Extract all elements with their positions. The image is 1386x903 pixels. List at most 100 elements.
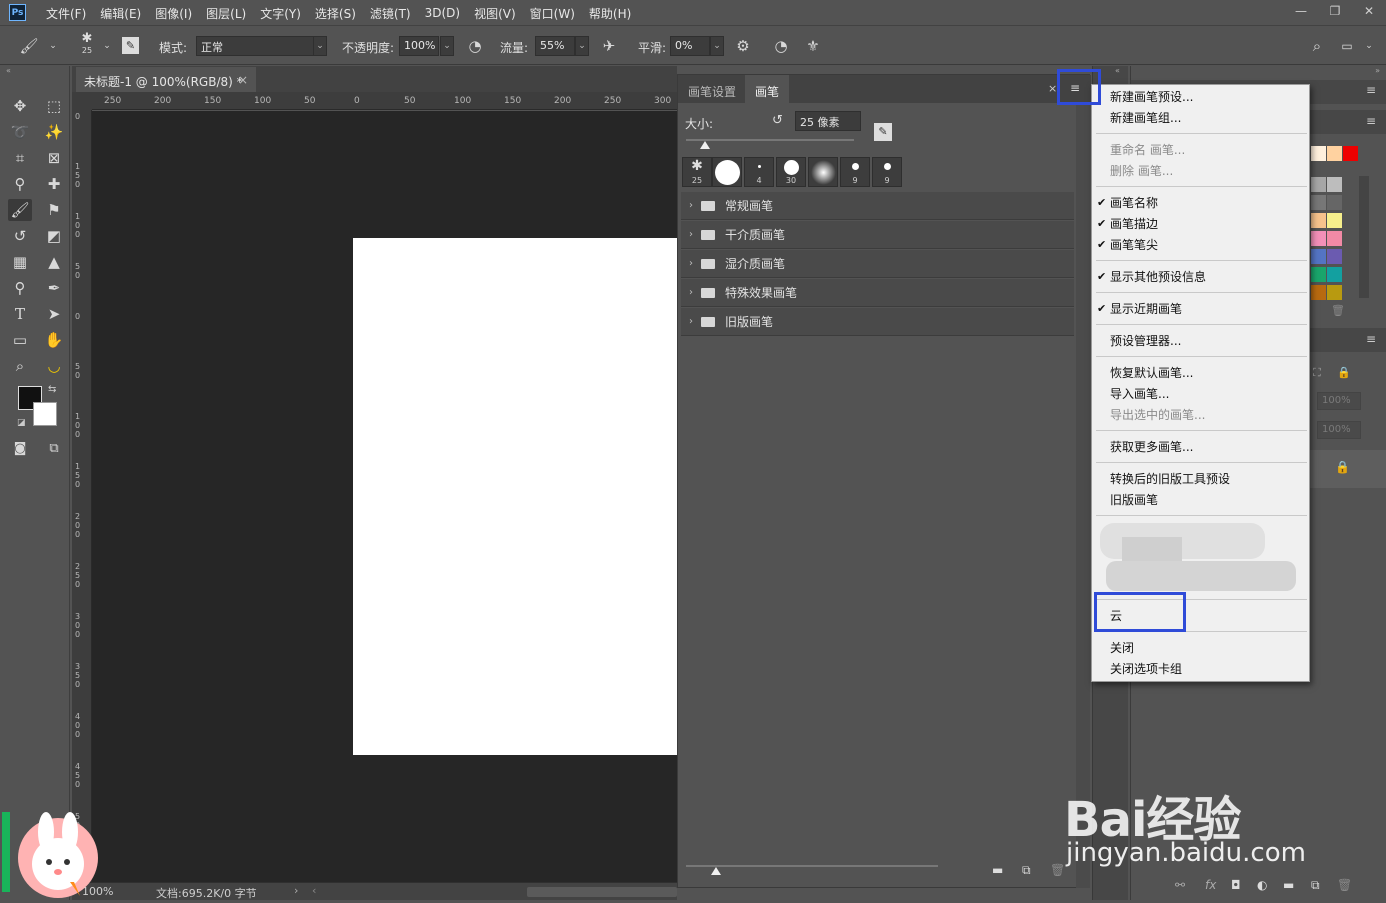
swatch[interactable] <box>1311 213 1326 228</box>
symmetry-icon[interactable]: ⚜ <box>804 37 822 55</box>
collapse-icon[interactable]: « <box>6 66 11 75</box>
size-input[interactable]: 25 像素 <box>795 111 861 131</box>
menu-view[interactable]: 视图(V) <box>474 5 516 22</box>
trash-icon[interactable]: 🗑 <box>1331 304 1345 317</box>
swatch[interactable] <box>1327 231 1342 246</box>
new-brush-icon[interactable]: ⧉ <box>1022 863 1031 878</box>
swatch[interactable] <box>1327 249 1342 264</box>
lasso-tool-icon[interactable]: ➰ <box>8 121 32 143</box>
close-icon[interactable]: × <box>1048 82 1057 95</box>
document-tab[interactable]: 未标题-1 @ 100%(RGB/8) * × <box>76 67 256 92</box>
pressure-size-icon[interactable]: ◔ <box>772 37 790 55</box>
brush-tip-4[interactable]: 30 <box>776 157 806 187</box>
size-slider[interactable] <box>686 139 854 141</box>
panel-scrollbar[interactable] <box>1076 103 1090 888</box>
swatch[interactable] <box>1311 231 1326 246</box>
swatch[interactable] <box>1311 195 1326 210</box>
quick-mask-icon[interactable]: ◙ <box>8 437 32 459</box>
panel-menu-icon[interactable]: ≡ <box>1366 332 1376 346</box>
panel-menu-icon[interactable]: ≡ <box>1366 114 1376 128</box>
menu-item-converted-legacy-presets[interactable]: 转换后的旧版工具预设 <box>1110 469 1230 489</box>
menu-item-restore-default-brushes[interactable]: 恢复默认画笔... <box>1110 363 1193 383</box>
menu-item-show-preset-info[interactable]: 显示其他预设信息 <box>1110 267 1206 287</box>
menu-item-close-tab-group[interactable]: 关闭选项卡组 <box>1110 659 1182 679</box>
mode-select[interactable]: 正常 <box>196 36 314 56</box>
swatch[interactable] <box>1327 146 1342 161</box>
frame-tool-icon[interactable]: ⊠ <box>42 147 66 169</box>
brush-tool-icon[interactable]: 🖌 <box>19 37 38 55</box>
menu-item-close[interactable]: 关闭 <box>1110 638 1134 658</box>
brush-tip-3[interactable]: 4 <box>744 157 774 187</box>
menu-item-brush-stroke[interactable]: 画笔描边 <box>1110 214 1158 234</box>
menu-item-new-brush-preset[interactable]: 新建画笔预设... <box>1110 87 1193 107</box>
brush-tip-2[interactable] <box>712 157 742 187</box>
crop-tool-icon[interactable]: ⌗ <box>8 147 32 169</box>
menu-type[interactable]: 文字(Y) <box>260 5 301 22</box>
chevron-down-icon[interactable]: ⌄ <box>710 36 724 56</box>
menu-item-import-brushes[interactable]: 导入画笔... <box>1110 384 1169 404</box>
menu-item-brush-name[interactable]: 画笔名称 <box>1110 193 1158 213</box>
gear-icon[interactable]: ⚙ <box>734 37 752 55</box>
healing-brush-tool-icon[interactable]: ✚ <box>42 173 66 195</box>
swatches-scrollbar[interactable] <box>1359 176 1369 298</box>
swatch[interactable] <box>1327 177 1342 192</box>
menu-select[interactable]: 选择(S) <box>315 5 356 22</box>
brush-folder-wet-media[interactable]: › 湿介质画笔 <box>681 250 1074 278</box>
new-group-icon[interactable]: ▬ <box>992 863 1003 877</box>
trash-icon[interactable]: 🗑 <box>1050 863 1065 877</box>
brush-folder-legacy[interactable]: › 旧版画笔 <box>681 308 1074 336</box>
fx-icon[interactable]: fx <box>1205 878 1216 892</box>
menu-item-new-brush-group[interactable]: 新建画笔组... <box>1110 108 1181 128</box>
banana-tool-icon[interactable]: ◡ <box>42 355 66 377</box>
collapse-icon[interactable]: « <box>1115 66 1120 75</box>
swatch[interactable] <box>1311 285 1326 300</box>
menu-item-rename-brush[interactable]: 重命名 画笔... <box>1110 140 1185 160</box>
brush-tool-icon[interactable]: 🖌 <box>8 199 32 221</box>
brush-settings-icon[interactable]: ✎ <box>874 123 892 141</box>
gradient-tool-icon[interactable]: ▦ <box>8 251 32 273</box>
pen-tool-icon[interactable]: ✒ <box>42 277 66 299</box>
swatch[interactable] <box>1327 213 1342 228</box>
reset-size-icon[interactable]: ↺ <box>772 113 783 128</box>
close-button[interactable]: ✕ <box>1352 0 1386 22</box>
lock-icon[interactable]: 🔒 <box>1337 366 1351 379</box>
brush-tip-1[interactable]: ✱ 25 <box>682 157 712 187</box>
swatch[interactable] <box>1327 195 1342 210</box>
eyedropper-tool-icon[interactable]: ⚲ <box>8 173 32 195</box>
airbrush-icon[interactable]: ✈ <box>600 37 618 55</box>
swatch[interactable] <box>1327 267 1342 282</box>
swatch[interactable] <box>1311 177 1326 192</box>
blur-tool-icon[interactable]: ▲ <box>42 251 66 273</box>
adjustment-layer-icon[interactable]: ◐ <box>1257 878 1267 892</box>
stamp-tool-icon[interactable]: ⚑ <box>42 199 66 221</box>
swatch[interactable] <box>1311 146 1326 161</box>
horizontal-scrollbar[interactable] <box>527 887 677 897</box>
dodge-tool-icon[interactable]: ⚲ <box>8 277 32 299</box>
pressure-opacity-icon[interactable]: ◔ <box>466 37 484 55</box>
search-icon[interactable]: ⌕ <box>1308 37 1326 55</box>
brush-folder-special-effects[interactable]: › 特殊效果画笔 <box>681 279 1074 307</box>
document-canvas[interactable] <box>353 238 677 755</box>
expand-icon[interactable]: » <box>1375 66 1380 75</box>
trash-icon[interactable]: 🗑 <box>1337 878 1352 892</box>
menu-file[interactable]: 文件(F) <box>46 5 86 22</box>
menu-edit[interactable]: 编辑(E) <box>100 5 141 22</box>
chevron-right-icon[interactable]: › <box>294 884 298 897</box>
brush-tip-7[interactable]: 9 <box>872 157 902 187</box>
tab-brushes[interactable]: 画笔 <box>745 75 790 103</box>
opacity-input[interactable]: 100% <box>399 36 439 56</box>
chevron-down-icon[interactable]: ⌄ <box>44 37 62 55</box>
brush-tip-5[interactable] <box>808 157 838 187</box>
tab-brush-settings[interactable]: 画笔设置 <box>678 75 746 103</box>
menu-item-export-selected-brushes[interactable]: 导出选中的画笔... <box>1110 405 1205 425</box>
swatch[interactable] <box>1343 146 1358 161</box>
path-selection-tool-icon[interactable]: ➤ <box>42 303 66 325</box>
fill-field[interactable]: 100% <box>1317 421 1361 439</box>
swatch[interactable] <box>1311 249 1326 264</box>
rectangle-tool-icon[interactable]: ▭ <box>8 329 32 351</box>
panel-menu-icon[interactable]: ≡ <box>1366 83 1376 97</box>
type-tool-icon[interactable]: T <box>8 303 32 325</box>
link-layers-icon[interactable]: ⚯ <box>1175 878 1185 892</box>
preview-slider-handle[interactable] <box>711 867 721 875</box>
menu-help[interactable]: 帮助(H) <box>589 5 631 22</box>
